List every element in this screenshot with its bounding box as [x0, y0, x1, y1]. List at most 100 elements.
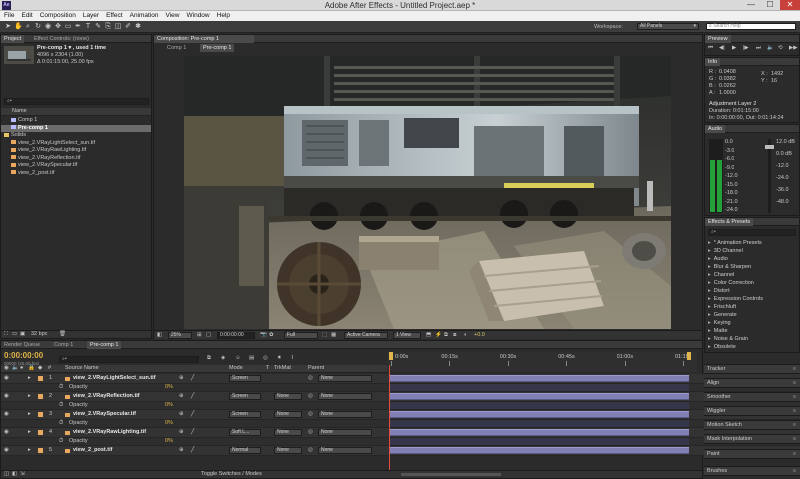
effects-search-input[interactable]: ⌕▾: [708, 229, 796, 236]
previous-frame-icon[interactable]: ◀|: [719, 45, 725, 52]
mode-dropdown[interactable]: Screen: [229, 411, 261, 418]
fx-switch-icon[interactable]: ╱: [191, 393, 194, 400]
fx-switch-icon[interactable]: ╱: [191, 411, 194, 418]
layer-duration-bar[interactable]: [389, 429, 689, 436]
selection-tool-icon[interactable]: ➤: [4, 23, 12, 31]
panel-align[interactable]: Align ≡: [704, 378, 800, 388]
first-frame-icon[interactable]: ⏮: [708, 45, 713, 52]
col-name[interactable]: Name: [12, 108, 27, 115]
camera-tool-icon[interactable]: ◉: [44, 23, 52, 31]
layer-duration-bar[interactable]: [389, 447, 689, 454]
layer-duration-bar[interactable]: [389, 393, 689, 400]
effects-category[interactable]: Audio: [708, 255, 728, 263]
video-eye-icon[interactable]: ◉: [4, 447, 9, 454]
effects-category[interactable]: Color Correction: [708, 279, 754, 287]
last-frame-icon[interactable]: ⏭: [756, 45, 761, 52]
mode-dropdown[interactable]: Screen: [229, 393, 261, 400]
in-out-icon[interactable]: ⇲: [20, 471, 25, 478]
label-color-icon[interactable]: [38, 430, 43, 435]
panel-menu-icon[interactable]: ≡: [793, 393, 796, 401]
fx-switch-icon[interactable]: ╱: [191, 447, 194, 454]
rotate-tool-icon[interactable]: ↻: [34, 23, 42, 31]
tab-pre-comp-1[interactable]: Pre-comp 1: [87, 341, 122, 349]
opacity-value[interactable]: 0%: [165, 420, 173, 427]
panel-wiggler[interactable]: Wiggler ≡: [704, 406, 800, 416]
trkmat-dropdown[interactable]: None: [274, 447, 302, 454]
panel-menu-icon[interactable]: ≡: [793, 467, 796, 475]
exposure-value[interactable]: +0.0: [474, 332, 485, 339]
audio-slider-handle[interactable]: [765, 145, 774, 149]
parent-dropdown[interactable]: None: [318, 411, 372, 418]
fx-switch-icon[interactable]: ╱: [191, 429, 194, 436]
toggle-switches-modes[interactable]: Toggle Switches / Modes: [201, 471, 262, 478]
panel-tracker[interactable]: Tracker ≡: [704, 364, 800, 374]
layer-name[interactable]: view_2.VRaySpecular.tif: [73, 411, 173, 418]
parent-dropdown[interactable]: None: [318, 375, 372, 382]
graph-editor-icon[interactable]: ⌇: [291, 355, 294, 362]
project-list-item[interactable]: view_2.VRayRawLighting.tif: [1, 147, 151, 154]
panel-menu-icon[interactable]: ≡: [793, 365, 796, 373]
subtab-pre-comp-1[interactable]: Pre-comp 1: [200, 44, 235, 52]
project-list-item[interactable]: view_2.VRayReflection.tif: [1, 155, 151, 162]
effects-category[interactable]: * Animation Presets: [708, 239, 762, 247]
rectangle-tool-icon[interactable]: ▭: [64, 23, 72, 31]
toggle-pixel-aspect-icon[interactable]: ⬒: [426, 332, 431, 339]
twirl-icon[interactable]: ▸: [28, 447, 31, 454]
play-icon[interactable]: ▶: [732, 45, 736, 52]
hand-tool-icon[interactable]: ✋: [14, 23, 23, 31]
composition-viewer[interactable]: [184, 56, 671, 329]
eraser-tool-icon[interactable]: ◫: [114, 23, 122, 31]
parent-dropdown[interactable]: None: [318, 393, 372, 400]
always-preview-icon[interactable]: ◧: [157, 332, 162, 339]
tab-effect-controls[interactable]: Effect Controls: (none): [31, 35, 92, 43]
project-list-item[interactable]: Solids: [1, 132, 151, 139]
hide-shy-icon[interactable]: ☺: [235, 355, 241, 362]
panel-menu-icon[interactable]: ≡: [793, 407, 796, 415]
transfer-controls-icon[interactable]: ◧: [12, 471, 17, 478]
twirl-icon[interactable]: ▸: [28, 393, 31, 400]
video-eye-icon[interactable]: ◉: [4, 429, 9, 436]
view-layout-dropdown[interactable]: 1 View: [393, 332, 421, 339]
panel-menu-icon[interactable]: ≡: [793, 421, 796, 429]
effects-category[interactable]: 3D Channel: [708, 247, 743, 255]
new-folder-icon[interactable]: ▭: [12, 331, 17, 338]
video-eye-icon[interactable]: ◉: [4, 393, 9, 400]
camera-dropdown[interactable]: Active Camera: [344, 332, 388, 339]
layer-row[interactable]: ◉ ▸ 5 view_2_post.tif ⊕ ╱ Normal None ◎ None: [1, 446, 800, 456]
label-color-icon[interactable]: [38, 394, 43, 399]
workspace-dropdown[interactable]: All Panels ▾: [637, 23, 699, 30]
parent-dropdown[interactable]: None: [318, 447, 372, 454]
effects-category[interactable]: Obsolete: [708, 343, 736, 351]
shy-switch-icon[interactable]: ⊕: [179, 411, 184, 418]
time-ruler[interactable]: 0:00s 00:15s 00:30s 00:45s 01:00s 01:15: [387, 352, 697, 372]
opacity-value[interactable]: 0%: [165, 402, 173, 409]
current-time-indicator[interactable]: [389, 365, 390, 470]
effects-category[interactable]: Channel: [708, 271, 735, 279]
effects-category[interactable]: Blur & Sharpen: [708, 263, 751, 271]
menu-window[interactable]: Window: [183, 11, 213, 19]
fast-preview-icon[interactable]: ⚡: [435, 332, 442, 339]
menu-effect[interactable]: Effect: [102, 11, 126, 19]
current-time-field[interactable]: 0:00:00:00: [217, 332, 255, 339]
label-color-icon[interactable]: [38, 376, 43, 381]
layer-name[interactable]: view_2.VRayRawLighting.tif: [73, 429, 173, 436]
project-list-item[interactable]: Pre-comp 1: [1, 124, 151, 132]
twirl-icon[interactable]: ▸: [28, 375, 31, 382]
bpc-label[interactable]: 32 bpc: [31, 331, 48, 338]
shy-switch-icon[interactable]: ⊕: [179, 375, 184, 382]
roto-brush-tool-icon[interactable]: ✐: [124, 23, 132, 31]
motion-blur-icon[interactable]: ◎: [263, 355, 268, 362]
zoom-dropdown[interactable]: 25%: [168, 332, 192, 339]
tab-render-queue[interactable]: Render Queue: [1, 341, 43, 349]
close-button[interactable]: ✕: [780, 0, 800, 10]
col-t[interactable]: T: [266, 365, 269, 372]
col-source-name[interactable]: Source Name: [65, 365, 99, 372]
panel-brushes[interactable]: Brushes ≡: [704, 466, 800, 476]
layer-name[interactable]: view_2.VRayLightSelect_sun.tif: [73, 375, 173, 382]
effects-category[interactable]: Expression Controls: [708, 295, 763, 303]
parent-pickwhip-icon[interactable]: ◎: [308, 429, 313, 436]
zoom-tool-icon[interactable]: ⌕: [24, 23, 32, 31]
audio-preview-icon[interactable]: 🔈: [767, 45, 774, 52]
channel-icon[interactable]: ✿: [269, 332, 274, 339]
mode-dropdown[interactable]: Normal: [229, 447, 261, 454]
